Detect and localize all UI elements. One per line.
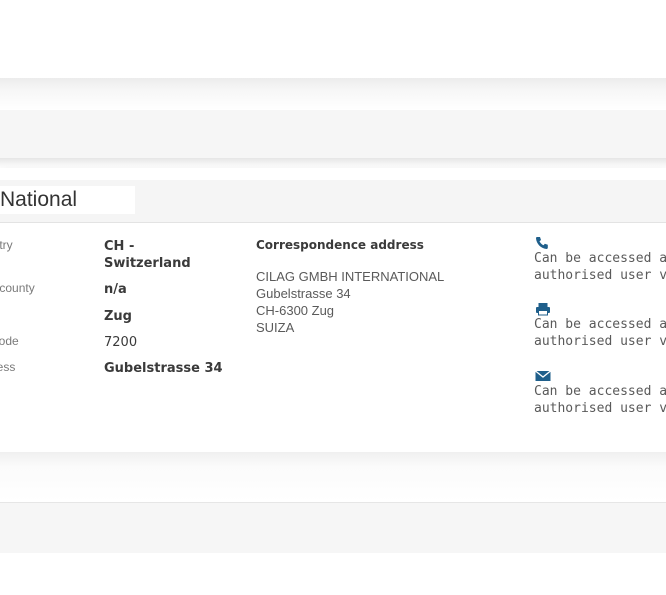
contact-fax: Can be accessed a authorised user v bbox=[534, 302, 666, 350]
next-section-header bbox=[0, 452, 666, 502]
contact-phone-line1: Can be accessed a bbox=[534, 251, 666, 266]
contact-email-line1: Can be accessed a bbox=[534, 384, 666, 399]
value-country: CH - Switzerland bbox=[104, 239, 191, 271]
contact-phone: Can be accessed a authorised user v bbox=[534, 236, 666, 284]
phone-icon bbox=[536, 237, 548, 249]
address-card: National untry te/county vn t code dress… bbox=[0, 168, 666, 452]
envelope-icon bbox=[535, 370, 551, 381]
value-address: Gubelstrasse 34 bbox=[104, 361, 223, 376]
contact-fax-line1: Can be accessed a bbox=[534, 317, 666, 332]
collapsed-section[interactable] bbox=[0, 502, 666, 553]
section-divider bbox=[0, 158, 666, 168]
label-state-county: te/county bbox=[0, 281, 35, 295]
collapsed-section[interactable] bbox=[0, 110, 666, 158]
contact-email: Can be accessed a authorised user v bbox=[534, 369, 666, 417]
top-section-header bbox=[0, 78, 666, 110]
correspondence-title: Correspondence address bbox=[256, 238, 424, 252]
contact-fax-line2: authorised user v bbox=[534, 334, 666, 349]
contact-phone-line2: authorised user v bbox=[534, 268, 666, 283]
label-address: dress bbox=[0, 360, 16, 374]
contact-email-line2: authorised user v bbox=[534, 401, 666, 416]
correspondence-line: CILAG GMBH INTERNATIONAL bbox=[256, 269, 445, 284]
card-title: National bbox=[0, 186, 136, 214]
value-post-code: 7200 bbox=[104, 335, 138, 350]
value-state-county: n/a bbox=[104, 282, 127, 297]
label-country: untry bbox=[0, 238, 13, 252]
value-town: Zug bbox=[104, 309, 132, 324]
correspondence-lines: CILAG GMBH INTERNATIONAL Gubelstrasse 34… bbox=[256, 268, 444, 336]
label-post-code: t code bbox=[0, 334, 19, 348]
correspondence-line: Gubelstrasse 34 bbox=[256, 286, 351, 301]
printer-icon bbox=[536, 303, 550, 316]
correspondence-line: CH-6300 Zug bbox=[256, 303, 335, 318]
correspondence-address: Correspondence address CILAG GMBH INTERN… bbox=[256, 238, 444, 335]
correspondence-line: SUIZA bbox=[256, 320, 295, 335]
page: National untry te/county vn t code dress… bbox=[0, 0, 666, 595]
